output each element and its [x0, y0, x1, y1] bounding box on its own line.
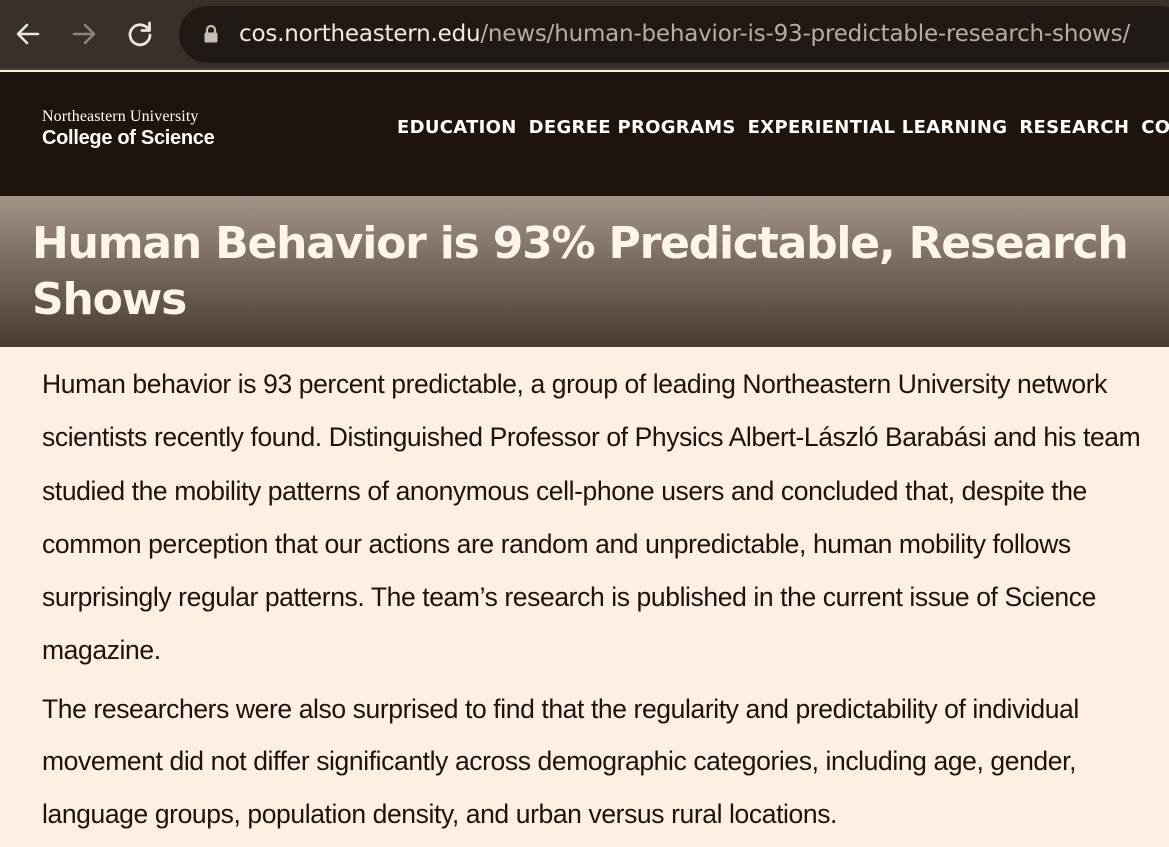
site-header: Northeastern University College of Scien…: [0, 72, 1169, 196]
article-paragraph: Human behavior is 93 percent predictable…: [42, 369, 1141, 666]
lock-icon: [204, 24, 218, 43]
back-button[interactable]: [8, 14, 48, 54]
forward-button[interactable]: [64, 14, 104, 54]
title-banner: Human Behavior is 93% Predictable, Resea…: [0, 196, 1169, 347]
nav-cos-life[interactable]: COS LI: [1141, 117, 1169, 138]
logo-university: Northeastern University: [42, 108, 199, 125]
main-nav: EDUCATION DEGREE PROGRAMS EXPERIENTIAL L…: [397, 117, 1169, 138]
url-text: cos.northeastern.edu/news/human-behavior…: [239, 20, 1130, 48]
logo-college: College of Science: [42, 127, 215, 149]
nav-education[interactable]: EDUCATION: [397, 117, 517, 138]
nav-research[interactable]: RESEARCH: [1019, 117, 1129, 138]
reload-button[interactable]: [120, 14, 160, 54]
address-bar[interactable]: cos.northeastern.edu/news/human-behavior…: [179, 6, 1169, 63]
page-title: Human Behavior is 93% Predictable, Resea…: [32, 218, 1129, 325]
article-paragraph: The researchers were also surprised to f…: [42, 693, 1079, 829]
reload-icon: [128, 21, 152, 47]
site-logo[interactable]: Northeastern University College of Scien…: [42, 108, 215, 149]
url-path: /news/human-behavior-is-93-predictable-r…: [480, 21, 1131, 47]
url-host: cos.northeastern.edu: [239, 21, 481, 47]
nav-degree-programs[interactable]: DEGREE PROGRAMS: [529, 117, 736, 138]
nav-experiential-learning[interactable]: EXPERIENTIAL LEARNING: [748, 117, 1008, 138]
browser-toolbar: cos.northeastern.edu/news/human-behavior…: [0, 0, 1169, 70]
article-body: Human behavior is 93 percent predictable…: [42, 358, 1152, 845]
arrow-left-icon: [16, 23, 40, 45]
arrow-right-icon: [72, 23, 96, 45]
